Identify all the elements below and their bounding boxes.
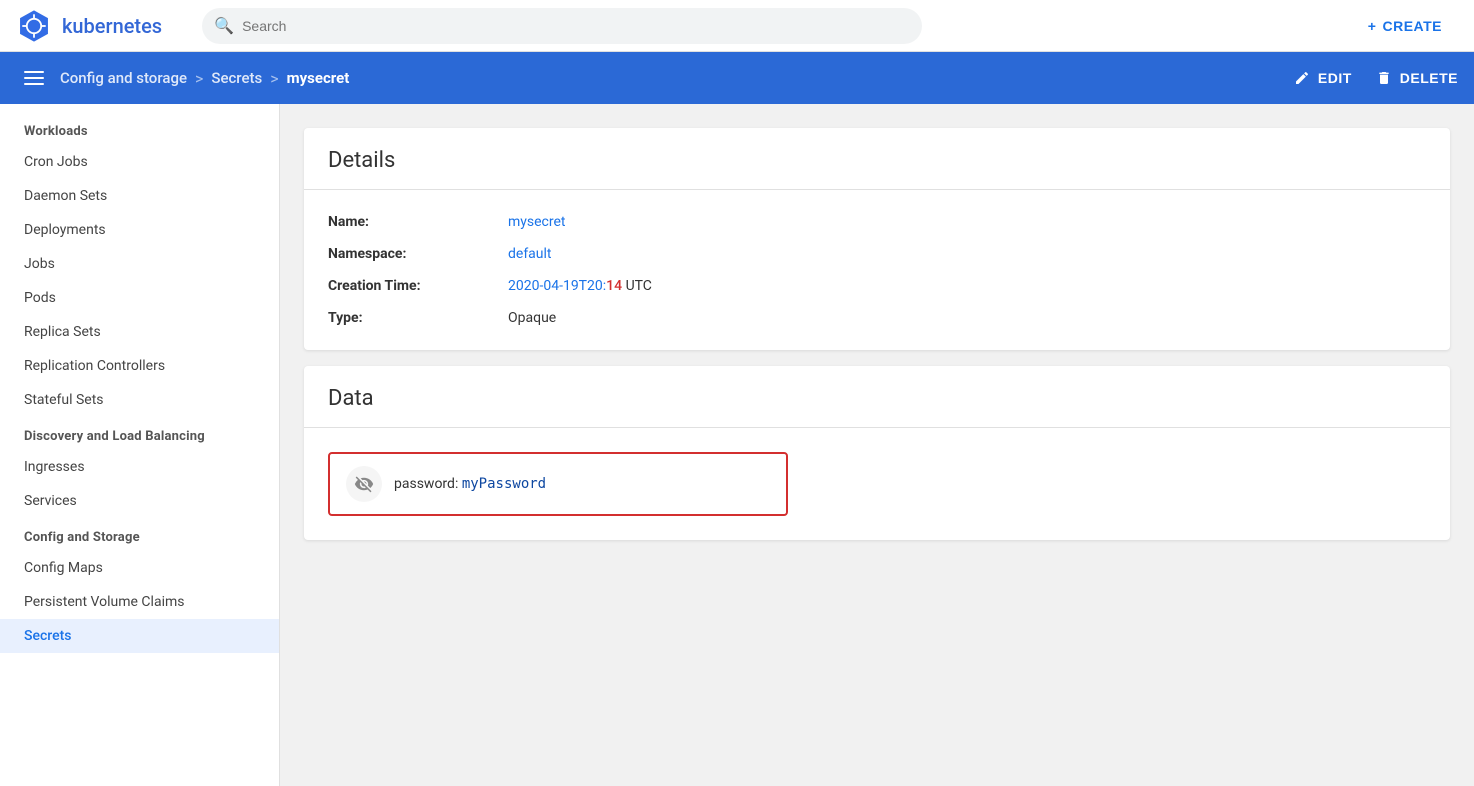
create-plus-icon: + (1368, 18, 1377, 34)
create-button[interactable]: + CREATE (1352, 10, 1458, 42)
details-row-namespace: Namespace: default (328, 238, 1426, 270)
sidebar-item-daemon-sets[interactable]: Daemon Sets (0, 179, 279, 213)
delete-icon (1376, 70, 1392, 86)
delete-button[interactable]: DELETE (1376, 70, 1458, 86)
eye-off-svg (354, 474, 374, 494)
sidebar-item-cron-jobs[interactable]: Cron Jobs (0, 145, 279, 179)
edit-button[interactable]: EDIT (1294, 70, 1352, 86)
sidebar-item-pods[interactable]: Pods (0, 281, 279, 315)
breadcrumb-sep-2: > (270, 69, 278, 88)
details-value-name[interactable]: mysecret (508, 214, 566, 230)
data-item-password: password: myPassword (328, 452, 788, 516)
sidebar-item-deployments[interactable]: Deployments (0, 213, 279, 247)
breadcrumb-bar: Config and storage > Secrets > mysecret … (0, 52, 1474, 104)
data-card-title: Data (304, 366, 1450, 428)
creation-time-highlight: 14 (606, 278, 622, 294)
details-row-creation-time: Creation Time: 2020-04-19T20:14 UTC (328, 270, 1426, 302)
details-row-type: Type: Opaque (328, 302, 1426, 334)
sidebar-item-replica-sets[interactable]: Replica Sets (0, 315, 279, 349)
edit-label: EDIT (1318, 70, 1352, 86)
creation-time-suffix: UTC (622, 278, 652, 294)
sidebar-item-services[interactable]: Services (0, 484, 279, 518)
data-card: Data password: myPassword (304, 366, 1450, 540)
search-icon: 🔍 (214, 16, 234, 35)
menu-line-3 (24, 83, 44, 85)
layout: Workloads Cron Jobs Daemon Sets Deployme… (0, 104, 1474, 786)
details-label-namespace: Namespace: (328, 246, 508, 262)
sidebar-item-stateful-sets[interactable]: Stateful Sets (0, 383, 279, 417)
search-container: 🔍 (202, 8, 922, 44)
breadcrumb-current: mysecret (287, 69, 350, 87)
details-value-namespace[interactable]: default (508, 246, 552, 262)
data-key: password: (394, 476, 462, 492)
details-card-body: Name: mysecret Namespace: default Creati… (304, 190, 1450, 350)
visibility-off-icon[interactable] (346, 466, 382, 502)
menu-button[interactable] (16, 67, 52, 89)
data-card-body: password: myPassword (304, 428, 1450, 540)
creation-time-prefix: 2020-04-19T20: (508, 278, 606, 294)
details-value-creation-time: 2020-04-19T20:14 UTC (508, 278, 652, 294)
sidebar-item-persistent-volume-claims[interactable]: Persistent Volume Claims (0, 585, 279, 619)
details-card: Details Name: mysecret Namespace: defaul… (304, 128, 1450, 350)
details-value-type: Opaque (508, 310, 556, 326)
topbar: kubernetes 🔍 + CREATE (0, 0, 1474, 52)
logo[interactable]: kubernetes (16, 8, 162, 44)
workloads-section-header: Workloads (0, 112, 279, 145)
breadcrumb-section[interactable]: Config and storage (60, 69, 187, 87)
sidebar-item-jobs[interactable]: Jobs (0, 247, 279, 281)
breadcrumb-parent[interactable]: Secrets (211, 69, 262, 87)
menu-line-1 (24, 71, 44, 73)
kubernetes-logo-icon (16, 8, 52, 44)
breadcrumb-sep-1: > (195, 69, 203, 88)
create-label: CREATE (1382, 18, 1442, 34)
sidebar-item-config-maps[interactable]: Config Maps (0, 551, 279, 585)
details-row-name: Name: mysecret (328, 206, 1426, 238)
config-storage-section-header: Config and Storage (0, 518, 279, 551)
logo-text: kubernetes (62, 14, 162, 38)
details-card-title: Details (304, 128, 1450, 190)
details-label-creation-time: Creation Time: (328, 278, 508, 294)
details-label-name: Name: (328, 214, 508, 230)
sidebar-item-replication-controllers[interactable]: Replication Controllers (0, 349, 279, 383)
sidebar-item-secrets[interactable]: Secrets (0, 619, 279, 653)
breadcrumb-actions: EDIT DELETE (1294, 70, 1458, 86)
details-label-type: Type: (328, 310, 508, 326)
main-content: Details Name: mysecret Namespace: defaul… (280, 104, 1474, 786)
delete-label: DELETE (1400, 70, 1458, 86)
search-input[interactable] (202, 8, 922, 44)
discovery-section-header: Discovery and Load Balancing (0, 417, 279, 450)
edit-icon (1294, 70, 1310, 86)
menu-line-2 (24, 77, 44, 79)
sidebar: Workloads Cron Jobs Daemon Sets Deployme… (0, 104, 280, 786)
data-value: myPassword (462, 476, 546, 492)
sidebar-item-ingresses[interactable]: Ingresses (0, 450, 279, 484)
data-item-text: password: myPassword (394, 476, 546, 492)
